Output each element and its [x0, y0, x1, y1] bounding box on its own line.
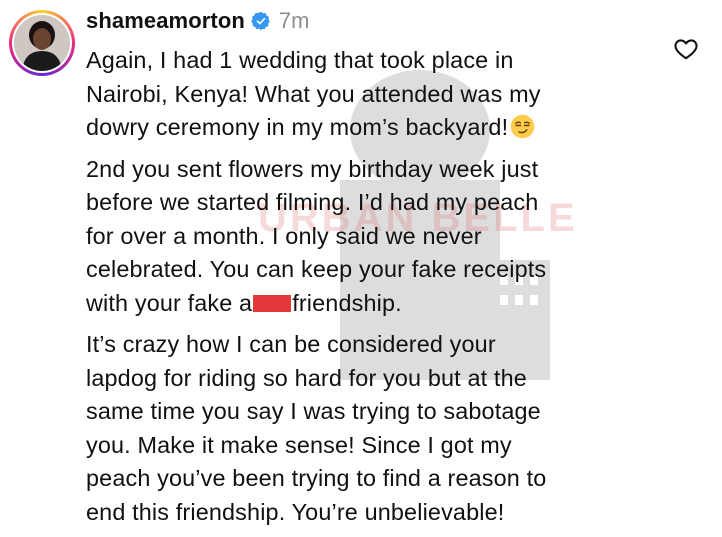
- text-line: before we started filming. I’d had my pe…: [86, 189, 539, 215]
- text-fragment: with your fake a: [86, 289, 253, 316]
- avatar-story-ring[interactable]: [9, 10, 75, 76]
- text-line: peach you’ve been trying to find a reaso…: [86, 465, 547, 491]
- text-line: same time you say I was trying to sabota…: [86, 398, 541, 424]
- text-line: Again, I had 1 wedding that took place i…: [86, 47, 514, 73]
- text-line: It’s crazy how I can be considered your: [86, 331, 496, 357]
- avatar: [14, 15, 70, 71]
- text-line: 2nd you sent flowers my birthday week ju…: [86, 155, 539, 182]
- verified-badge-icon: [251, 11, 270, 31]
- text-line: you. Make it make sense! Since I got my: [86, 431, 512, 458]
- text-fragment: friendship.: [292, 289, 402, 316]
- comment-body: Again, I had 1 wedding that took place i…: [86, 44, 686, 537]
- text-line: dowry ceremony in my mom’s backyard!: [86, 111, 686, 145]
- text-line: end this friendship. You’re unbelievable…: [86, 498, 505, 525]
- paragraph-2: 2nd you sent flowers my birthday week ju…: [86, 153, 686, 321]
- text-line: lapdog for riding so hard for you but at…: [86, 364, 527, 391]
- comment-header: shameamorton 7m: [86, 6, 309, 36]
- comment: URBAN BELLE shameamorton 7m Again, I had…: [0, 0, 722, 525]
- text-fragment: dowry ceremony in my mom’s backyard!: [86, 114, 509, 140]
- timestamp: 7m: [278, 8, 310, 33]
- text-line: celebrated. You can keep your fake recei…: [86, 256, 547, 282]
- text-line: with your fake a friendship.: [86, 287, 686, 321]
- smirking-face-emoji: [510, 114, 535, 139]
- username[interactable]: shameamorton: [86, 8, 245, 34]
- paragraph-1: Again, I had 1 wedding that took place i…: [86, 44, 686, 145]
- text-line: for over a month. I only said we never: [86, 222, 482, 249]
- paragraph-3: It’s crazy how I can be considered your …: [86, 328, 686, 529]
- redaction-block: [253, 294, 292, 312]
- avatar-image: [14, 15, 70, 71]
- text-line: Nairobi, Kenya! What you attended was my: [86, 80, 541, 107]
